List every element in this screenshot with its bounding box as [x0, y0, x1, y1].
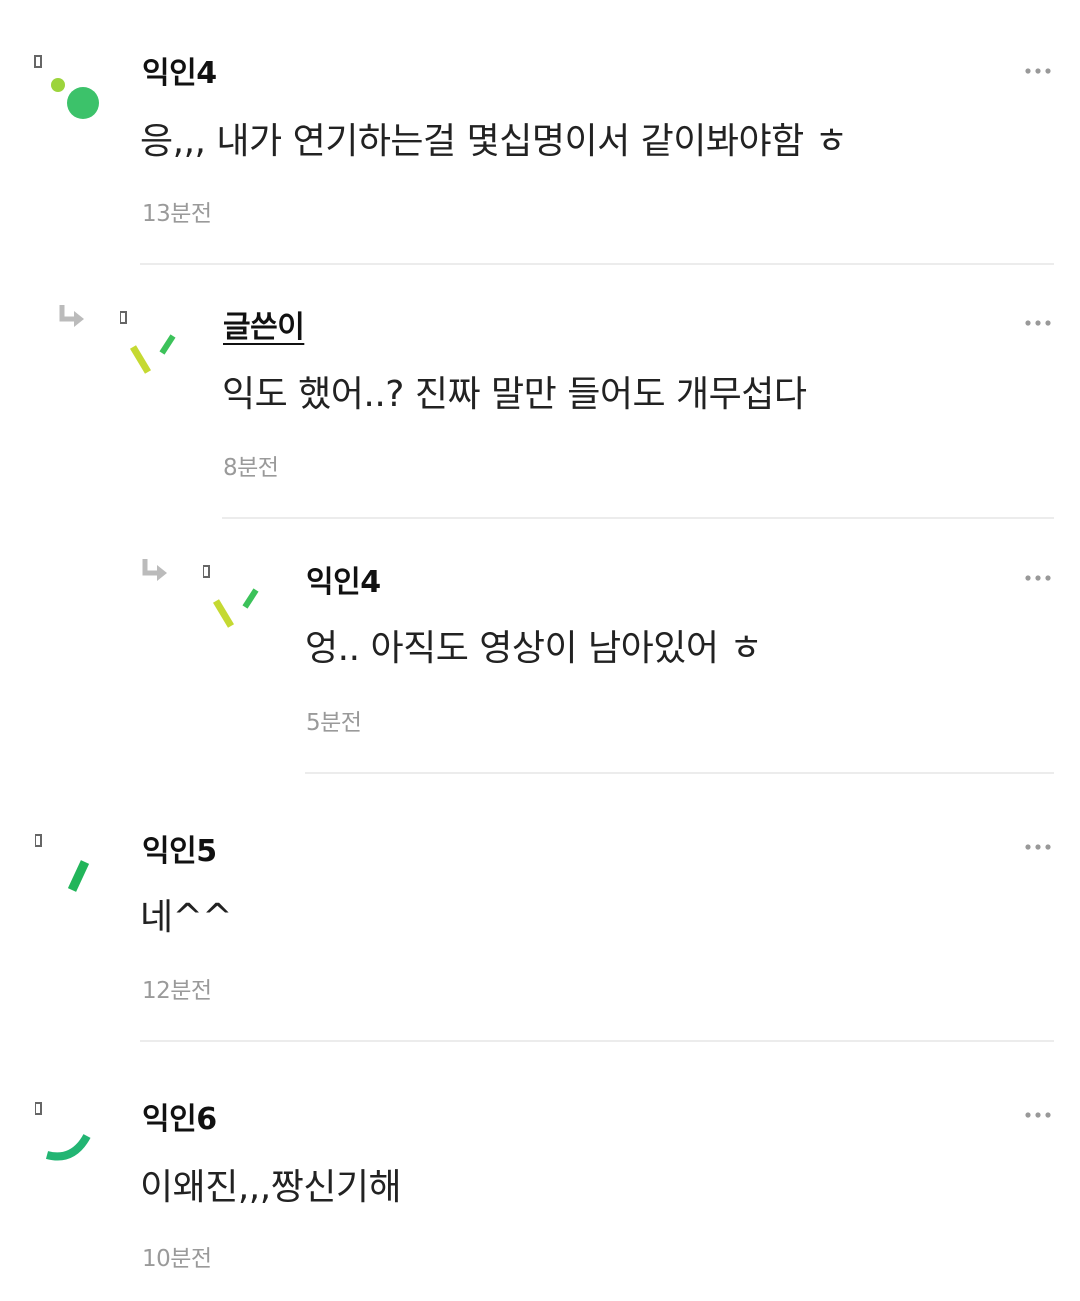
- more-options-icon[interactable]: [1024, 569, 1054, 581]
- slash-avatar-icon[interactable]: [35, 832, 105, 922]
- dashes-avatar-icon[interactable]: [120, 309, 190, 399]
- comment-nickname[interactable]: 익인6: [142, 1094, 217, 1138]
- comment-text: 엉.. 아직도 영상이 남아있어 ㅎ: [305, 628, 763, 669]
- comment-nickname[interactable]: 익인4: [142, 48, 217, 92]
- comment-text: 익도 했어..? 진짜 말만 들어도 개무섭다: [222, 374, 807, 415]
- comment-time: 13분전: [142, 201, 212, 227]
- reply-arrow-icon: [58, 303, 88, 333]
- dashes-avatar-icon[interactable]: [203, 563, 273, 653]
- comment-item: 익인6 이왜진,,,짱신기해 10분전: [35, 1042, 1054, 1301]
- comment-item: 익인4 엉.. 아직도 영상이 남아있어 ㅎ 5분전: [142, 519, 1054, 774]
- comment-time: 10분전: [142, 1246, 212, 1272]
- comment-item: 익인5 네^^ 12분전: [35, 774, 1054, 1042]
- comment-text: 이왜진,,,짱신기해: [140, 1167, 402, 1208]
- comment-time: 5분전: [306, 710, 362, 736]
- dots-avatar-icon[interactable]: [30, 52, 100, 142]
- more-options-icon[interactable]: [1024, 314, 1054, 326]
- comment-text: 네^^: [140, 897, 232, 938]
- comment-time: 8분전: [223, 455, 279, 481]
- comment-time: 12분전: [142, 978, 212, 1004]
- more-options-icon[interactable]: [1024, 1106, 1054, 1118]
- comment-nickname[interactable]: 익인5: [142, 826, 217, 870]
- more-options-icon[interactable]: [1024, 62, 1054, 74]
- comment-item: 글쓴이 익도 했어..? 진짜 말만 들어도 개무섭다 8분전: [59, 265, 1054, 519]
- comment-item: 익인4 응,,, 내가 연기하는걸 몇십명이서 같이봐야함 ㅎ 13분전: [34, 0, 1054, 265]
- reply-arrow-icon: [141, 557, 171, 587]
- arc-avatar-icon[interactable]: [35, 1100, 105, 1190]
- more-options-icon[interactable]: [1024, 838, 1054, 850]
- comment-text: 응,,, 내가 연기하는걸 몇십명이서 같이봐야함 ㅎ: [140, 121, 848, 162]
- comment-nickname[interactable]: 글쓴이: [223, 302, 305, 346]
- comment-nickname[interactable]: 익인4: [306, 557, 381, 601]
